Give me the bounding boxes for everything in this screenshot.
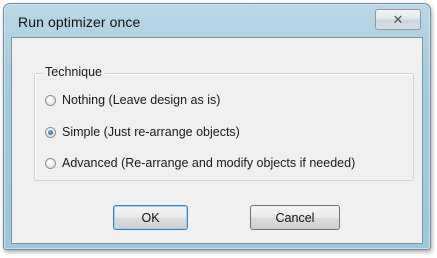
dialog-client-area: Technique Nothing (Leave design as is) S… <box>11 37 423 244</box>
radio-option-nothing[interactable]: Nothing (Leave design as is) <box>45 93 220 107</box>
ok-button[interactable]: OK <box>113 205 188 230</box>
cancel-button[interactable]: Cancel <box>250 205 340 230</box>
close-button[interactable]: ✕ <box>375 9 421 30</box>
radio-button-advanced[interactable] <box>45 157 56 169</box>
radio-label-advanced: Advanced (Re-arrange and modify objects … <box>62 156 356 170</box>
radio-label-nothing: Nothing (Leave design as is) <box>62 93 221 107</box>
radio-option-advanced[interactable]: Advanced (Re-arrange and modify objects … <box>45 156 355 170</box>
radio-option-simple[interactable]: Simple (Just re-arrange objects) <box>45 125 240 139</box>
title-bar[interactable]: Run optimizer once ✕ <box>4 4 430 36</box>
close-icon: ✕ <box>392 12 404 27</box>
technique-group-label: Technique <box>42 65 105 79</box>
dialog-window: Run optimizer once ✕ Technique Nothing (… <box>3 3 431 250</box>
dialog-title: Run optimizer once <box>18 14 141 30</box>
radio-button-simple[interactable] <box>45 126 56 138</box>
radio-button-nothing[interactable] <box>45 94 56 106</box>
radio-label-simple: Simple (Just re-arrange objects) <box>62 125 240 139</box>
